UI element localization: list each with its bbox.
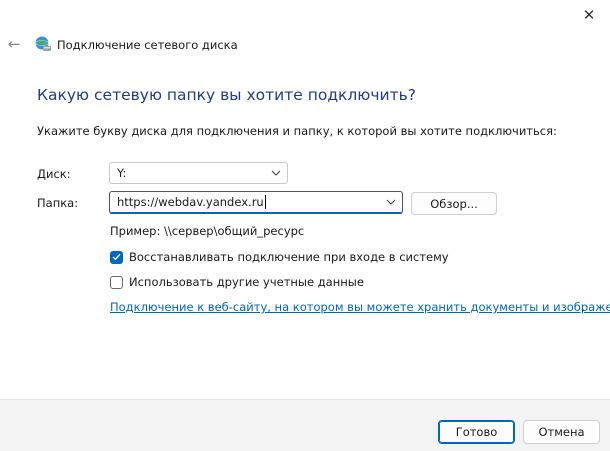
chevron-down-icon xyxy=(271,170,281,176)
checkmark-icon xyxy=(112,253,121,261)
text-caret xyxy=(264,195,266,209)
back-button[interactable]: ← xyxy=(4,34,24,54)
window-title: Подключение сетевого диска xyxy=(57,38,238,52)
folder-label: Папка: xyxy=(37,196,79,210)
page-description: Укажите букву диска для подключения и па… xyxy=(37,124,557,138)
dialog-footer xyxy=(0,399,610,451)
other-credentials-checkbox-row[interactable]: Использовать другие учетные данные xyxy=(110,275,364,289)
reconnect-checkbox[interactable] xyxy=(110,250,123,264)
close-icon: ✕ xyxy=(582,6,596,24)
website-connect-link[interactable]: Подключение к веб-сайту, на котором вы м… xyxy=(110,300,610,314)
example-text: Пример: \\сервер\общий_ресурс xyxy=(110,224,305,238)
other-credentials-checkbox[interactable] xyxy=(110,275,123,289)
browse-button[interactable]: Обзор... xyxy=(411,192,497,215)
folder-input[interactable]: https://webdav.yandex.ru xyxy=(109,191,403,214)
reconnect-label: Восстанавливать подключение при входе в … xyxy=(129,250,449,264)
reconnect-checkbox-row[interactable]: Восстанавливать подключение при входе в … xyxy=(110,250,449,264)
network-drive-icon xyxy=(35,36,51,51)
link-trailing-period: . xyxy=(581,300,585,314)
other-credentials-label: Использовать другие учетные данные xyxy=(129,275,364,289)
finish-button[interactable]: Готово xyxy=(438,420,515,444)
chevron-down-icon xyxy=(386,199,396,205)
drive-label: Диск: xyxy=(37,167,71,181)
back-arrow-icon: ← xyxy=(7,35,21,53)
drive-select[interactable]: Y: xyxy=(109,162,288,184)
drive-value: Y: xyxy=(117,166,127,180)
close-button[interactable]: ✕ xyxy=(568,0,610,30)
page-heading: Какую сетевую папку вы хотите подключить… xyxy=(37,86,416,104)
folder-value: https://webdav.yandex.ru xyxy=(117,195,264,209)
cancel-button[interactable]: Отмена xyxy=(523,420,600,444)
